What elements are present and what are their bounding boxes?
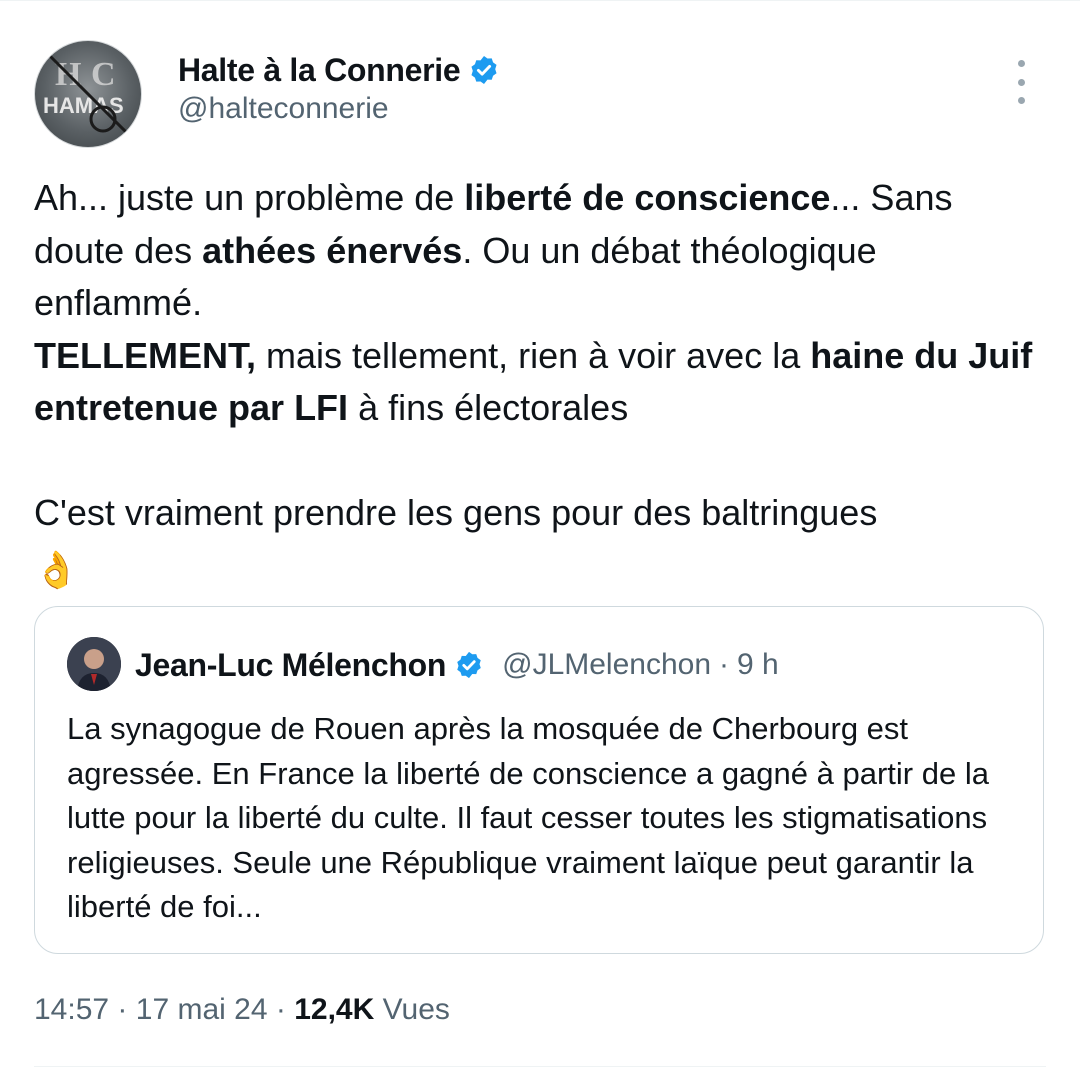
tweet-paragraph-3: C'est vraiment prendre les gens pour des… xyxy=(34,487,1050,596)
quoted-timestamp[interactable]: 9 h xyxy=(737,648,779,682)
hamas-crossed-avatar-icon: H C HAMAS xyxy=(43,53,129,135)
tweet-paragraph-1: Ah... juste un problème de liberté de co… xyxy=(34,177,953,323)
tweet-header: H C HAMAS Halte à la Connerie @halteconn… xyxy=(34,40,1046,150)
views-count: 12,4K xyxy=(294,993,375,1026)
person-avatar-icon xyxy=(67,637,121,691)
quoted-author-handle[interactable]: @JLMelenchon xyxy=(502,648,711,682)
author-handle[interactable]: @halteconnerie xyxy=(178,92,500,126)
bottom-divider xyxy=(34,1066,1046,1067)
quoted-separator: · xyxy=(719,648,730,681)
tweet-date[interactable]: 17 mai 24 xyxy=(136,993,268,1026)
svg-text:C: C xyxy=(91,56,116,93)
svg-text:HAMAS: HAMAS xyxy=(43,93,124,118)
tweet-metadata: 14:57 · 17 mai 24 · 12,4K Vues xyxy=(34,993,450,1026)
author-name[interactable]: Halte à la Connerie xyxy=(178,52,461,89)
verified-badge-icon xyxy=(457,651,481,679)
verified-badge-icon xyxy=(471,56,497,84)
views-label: Vues xyxy=(382,993,450,1026)
more-options-icon[interactable] xyxy=(1006,60,1036,104)
quoted-tweet-text: La synagogue de Rouen après la mosquée d… xyxy=(67,711,989,924)
quoted-author-avatar[interactable] xyxy=(67,637,121,691)
tweet-paragraph-2: TELLEMENT, mais tellement, rien à voir a… xyxy=(34,334,1033,429)
tweet-text: Ah... juste un problème de liberté de co… xyxy=(34,172,1050,596)
quoted-author-name[interactable]: Jean-Luc Mélenchon xyxy=(135,647,446,684)
top-divider xyxy=(0,0,1080,1)
tweet-time[interactable]: 14:57 xyxy=(34,993,109,1026)
ok-hand-emoji: 👌 xyxy=(34,548,79,590)
quoted-tweet-card[interactable]: Jean-Luc Mélenchon @JLMelenchon · 9 h La… xyxy=(34,606,1044,954)
author-avatar[interactable]: H C HAMAS xyxy=(34,40,142,148)
